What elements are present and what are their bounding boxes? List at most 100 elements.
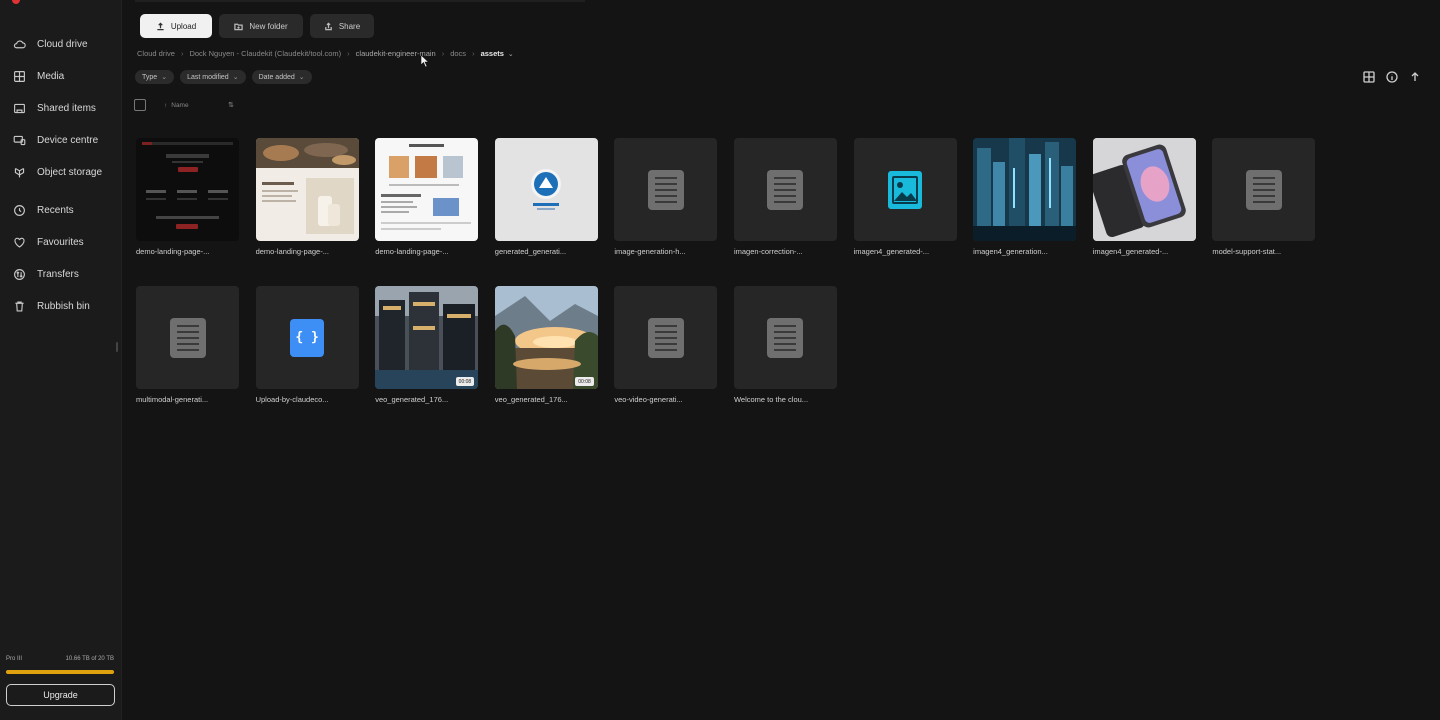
file-thumbnail <box>375 138 479 241</box>
file-tile[interactable]: imagen4_generation... <box>973 138 1077 256</box>
file-tile[interactable]: imagen4_generated-... <box>1092 138 1196 256</box>
share-button-label: Share <box>338 21 361 31</box>
storage-progress-bar <box>6 670 114 674</box>
sidebar-item-label: Device centre <box>37 134 99 146</box>
file-thumbnail <box>494 138 598 241</box>
file-name: demo-landing-page-... <box>136 247 210 256</box>
filter-type[interactable]: Type ⌄ <box>135 70 175 84</box>
collapse-button[interactable] <box>1408 70 1422 84</box>
filter-type-label: Type <box>142 73 158 81</box>
filter-bar: Type ⌄ Last modified ⌄ Date added ⌄ <box>135 70 312 84</box>
sidebar-item-transfers[interactable]: Transfers <box>0 258 122 290</box>
breadcrumb-separator: › <box>441 49 445 58</box>
trash-icon <box>12 299 26 313</box>
document-icon <box>1245 169 1282 210</box>
chevron-down-icon: ⌄ <box>298 74 305 81</box>
file-tile[interactable]: veo-video-generati... <box>614 286 718 404</box>
breadcrumb-separator: › <box>180 49 184 58</box>
sidebar-item-label: Transfers <box>37 268 79 280</box>
file-tile[interactable]: generated_generati... <box>494 138 598 256</box>
grid-view-button[interactable] <box>1362 70 1376 84</box>
filter-date-added[interactable]: Date added ⌄ <box>251 70 312 84</box>
document-icon <box>647 169 684 210</box>
info-button[interactable] <box>1385 70 1399 84</box>
share-button[interactable]: Share <box>310 14 374 38</box>
file-tile[interactable]: imagen4_generated-... <box>853 138 957 256</box>
breadcrumb: Cloud drive › Dock Nguyen - Claudekit (C… <box>137 49 514 58</box>
breadcrumb-separator: › <box>347 49 350 58</box>
sidebar-item-cloud-drive[interactable]: Cloud drive <box>0 28 122 60</box>
filter-last-modified[interactable]: Last modified ⌄ <box>180 70 246 84</box>
file-thumbnail <box>973 138 1077 241</box>
file-tile[interactable]: model-support-stat... <box>1212 138 1316 256</box>
filter-last-modified-label: Last modified <box>187 73 229 81</box>
file-tile[interactable]: Welcome to the clou... <box>733 286 837 404</box>
breadcrumb-item[interactable]: Cloud drive <box>137 49 175 58</box>
share-icon <box>324 21 332 30</box>
sidebar-item-rubbish-bin[interactable]: Rubbish bin <box>0 290 122 322</box>
sort-dropdown[interactable]: ↑ Name ⇅ <box>164 101 234 110</box>
document-icon <box>647 317 684 358</box>
clock-icon <box>12 203 26 217</box>
document-icon <box>767 169 804 210</box>
transfers-icon <box>12 267 26 281</box>
sidebar-item-label: Cloud drive <box>37 38 88 50</box>
file-tile[interactable]: demo-landing-page-... <box>375 138 479 256</box>
file-tile[interactable]: multimodal-generati... <box>136 286 239 404</box>
file-name: imagen4_generation... <box>973 247 1048 256</box>
shared-icon <box>12 101 26 115</box>
document-icon <box>169 317 206 358</box>
file-thumbnail <box>733 138 837 241</box>
selection-row: ↑ Name ⇅ <box>134 99 234 111</box>
file-tile[interactable]: demo-landing-page-... <box>136 138 239 256</box>
breadcrumb-item[interactable]: docs <box>450 49 466 58</box>
breadcrumb-item[interactable]: Dock Nguyen - Claudekit (Claudekit/tool.… <box>189 49 341 58</box>
view-controls <box>1362 70 1422 84</box>
sidebar-item-label: Recents <box>37 204 74 216</box>
chevron-down-icon: ⌄ <box>161 74 168 81</box>
file-grid: demo-landing-page-... demo-landing-page-… <box>136 138 1326 404</box>
file-tile[interactable]: { } Upload-by-claudeco... <box>255 286 359 404</box>
select-all-checkbox[interactable] <box>134 99 146 111</box>
file-name: Upload-by-claudeco... <box>255 395 329 404</box>
sidebar-item-label: Favourites <box>37 236 84 248</box>
sidebar-item-object-storage[interactable]: Object storage <box>0 156 122 188</box>
video-duration-badge: 00:08 <box>455 377 475 386</box>
file-thumbnail <box>136 286 239 389</box>
sidebar-item-device-centre[interactable]: Device centre <box>0 124 122 156</box>
file-name: model-support-stat... <box>1212 247 1282 256</box>
file-tile[interactable]: demo-landing-page-... <box>255 138 359 256</box>
sidebar-item-recents[interactable]: Recents <box>0 194 122 226</box>
sidebar-nav: Cloud drive Media Shared items Device ce… <box>0 28 122 322</box>
breadcrumb-current[interactable]: assets <box>481 49 504 58</box>
image-file-icon <box>888 170 923 209</box>
storage-plan: Pro III <box>6 656 23 662</box>
new-folder-button[interactable]: New folder <box>219 14 303 38</box>
file-tile[interactable]: image-generation-h... <box>614 138 718 256</box>
sort-label: Name <box>171 101 189 109</box>
sidebar-item-shared-items[interactable]: Shared items <box>0 92 122 124</box>
file-name: demo-landing-page-... <box>255 247 329 256</box>
file-thumbnail: 00:08 <box>494 286 598 389</box>
new-folder-icon <box>234 23 244 30</box>
device-icon <box>12 133 26 147</box>
sidebar-item-media[interactable]: Media <box>0 60 122 92</box>
sidebar-item-label: Rubbish bin <box>37 300 90 312</box>
sidebar-item-favourites[interactable]: Favourites <box>0 226 122 258</box>
storage-info: Pro III 10.66 TB of 20 TB <box>6 656 114 662</box>
file-thumbnail <box>1092 138 1196 241</box>
heart-icon <box>12 235 26 249</box>
upload-button[interactable]: Upload <box>140 14 212 38</box>
file-tile[interactable]: 00:08 veo_generated_176... <box>494 286 598 404</box>
file-tile[interactable]: 00:08 veo_generated_176... <box>375 286 479 404</box>
collapse-icon <box>1411 72 1419 81</box>
file-thumbnail <box>255 138 359 241</box>
file-tile[interactable]: imagen-correction-... <box>733 138 837 256</box>
file-thumbnail: { } <box>255 286 359 389</box>
file-name: imagen-correction-... <box>733 247 803 256</box>
chevron-down-icon[interactable]: ⌄ <box>508 50 514 58</box>
file-thumbnail <box>614 286 718 389</box>
upload-button-label: Upload <box>170 21 197 31</box>
upgrade-button[interactable]: Upgrade <box>6 684 115 706</box>
sidebar-resize-handle[interactable] <box>116 342 118 352</box>
